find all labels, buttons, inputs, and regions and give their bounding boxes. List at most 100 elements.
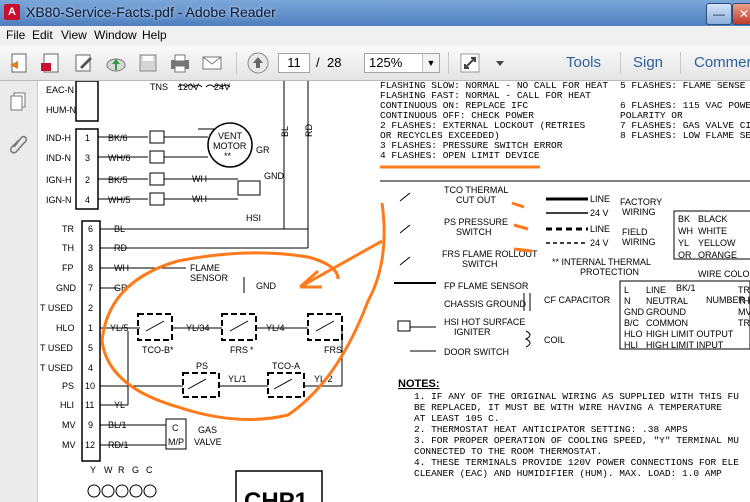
tco-a-label: TCO-A	[272, 361, 300, 371]
toolbar: 11 / 28 125% ▼ Tools Sign Commer	[0, 46, 750, 81]
abbr-name: COMMON	[646, 318, 688, 328]
attachment-paperclip-icon[interactable]	[8, 133, 28, 155]
zoom-value: 125%	[369, 55, 403, 70]
frs-label-1: FRS	[230, 345, 248, 355]
abbr-name: NEUTRAL	[646, 296, 688, 306]
previous-page-icon[interactable]	[246, 51, 270, 75]
symbol-hsi: HSI HOT SURFACE	[444, 317, 525, 327]
legend-wiring: WIRING	[622, 237, 656, 247]
fit-options-chevron-icon[interactable]	[488, 51, 504, 75]
fill-sign-icon[interactable]	[72, 51, 96, 75]
bl-vertical-label: BL	[280, 126, 290, 137]
wire-label: RD/1	[108, 440, 129, 450]
email-icon[interactable]	[200, 51, 224, 75]
document-view[interactable]: EAC-N HUM-N IND-H IND-N IGN-H IGN-N TR T…	[38, 81, 750, 502]
label-fp: FP	[62, 263, 74, 273]
eac-hum-connector	[75, 81, 99, 122]
upload-cloud-icon[interactable]	[104, 51, 128, 75]
chevron-down-icon[interactable]: ▼	[422, 54, 439, 72]
page-number-input[interactable]: 11	[278, 53, 310, 73]
flame-label: FLAME	[190, 263, 220, 273]
motor-label: MOTOR	[213, 141, 247, 151]
transformer-label: TNS	[150, 82, 168, 92]
transformer: TNS 120V 24V	[150, 82, 231, 92]
toolbar-separator	[448, 52, 449, 74]
label-hum-n: HUM-N	[46, 105, 76, 115]
tools-panel-button[interactable]: Tools	[566, 54, 601, 71]
pin-number: 12	[85, 440, 95, 450]
thermostat-terminals: Y W R G C	[87, 465, 157, 498]
bk-example-label: BK/1	[676, 283, 696, 293]
print-icon[interactable]	[168, 51, 192, 75]
color-name: BLACK	[698, 214, 728, 224]
hsi-wh-label: WH	[192, 174, 207, 184]
gr-label: GR	[256, 145, 270, 155]
ps-label: PS	[196, 361, 208, 371]
menu-window[interactable]: Window	[94, 28, 137, 42]
sign-panel-button[interactable]: Sign	[633, 54, 663, 71]
transformer-24v: 24V	[214, 82, 230, 92]
pin-number: 5	[88, 343, 93, 353]
yl34-label: YL/34	[186, 323, 210, 333]
menu-edit[interactable]: Edit	[32, 28, 53, 42]
legend-wiring: WIRING	[622, 207, 656, 217]
wire-labels: BK/6 WH/6 BK/5 WH/5 BL RD WH GR YL/5 YL …	[108, 133, 131, 450]
pages-panel-icon[interactable]	[8, 91, 28, 113]
abbr-name: LINE	[646, 285, 666, 295]
tco-b-label: TCO-B	[142, 345, 170, 355]
pin-numbers: 1 3 2 4 6 3 8 7 1 5 4 2 10 11 9 12	[85, 133, 95, 450]
pin-number: 4	[85, 195, 90, 205]
wire-label: WH	[114, 263, 129, 273]
adobe-reader-app-icon: A	[4, 4, 20, 20]
create-pdf-icon[interactable]	[8, 51, 32, 75]
symbol-hsi-sub: IGNITER	[454, 327, 491, 337]
pin-number: 4	[88, 363, 93, 373]
legend-line: 4 FLASHES: OPEN LIMIT DEVICE	[380, 150, 540, 161]
abbr-code: HLO	[624, 329, 643, 339]
symbol-chassis: CHASSIS GROUND	[444, 299, 527, 309]
bottom-box-text: CHP1	[244, 488, 308, 502]
note-line: 3. FOR PROPER OPERATION OF COOLING SPEED…	[414, 435, 739, 446]
legend-line-right: 5 FLASHES: FLAME SENSE	[620, 81, 746, 91]
color-name: YELLOW	[698, 238, 736, 248]
label-tr: TR	[62, 224, 74, 234]
label-mv-1: MV	[62, 420, 76, 430]
star-mark: *	[170, 345, 174, 355]
close-button[interactable]: ✕	[732, 3, 750, 25]
pin-number: 3	[85, 153, 90, 163]
legend-coil: COIL	[544, 335, 565, 345]
note-line: 4. THESE TERMINALS PROVIDE 120V POWER CO…	[414, 457, 739, 468]
terminal-letter: W	[104, 465, 113, 475]
wire-label: BL	[114, 224, 125, 234]
fit-page-icon[interactable]	[458, 51, 482, 75]
legend-line-text: LINE	[590, 224, 610, 234]
wire-label: BK/5	[108, 175, 128, 185]
label-th: TH	[62, 243, 74, 253]
menu-view[interactable]: View	[61, 28, 87, 42]
hsi-label: HSI	[246, 213, 261, 223]
menu-file[interactable]: File	[6, 28, 25, 42]
edit-pdf-icon[interactable]	[39, 51, 63, 75]
valve-mp-label: M/P	[168, 437, 184, 447]
comment-panel-button[interactable]: Commer	[694, 54, 750, 71]
legend-24v-text: 24 V	[590, 238, 609, 248]
menu-help[interactable]: Help	[142, 28, 167, 42]
abbr-code: HLI	[624, 340, 638, 350]
label-t-used-2: T USED	[40, 343, 73, 353]
page-total: 28	[327, 55, 342, 70]
zoom-select[interactable]: 125% ▼	[364, 53, 440, 73]
symbol-tco: TCO THERMAL	[444, 185, 508, 195]
wire-label: WH/6	[108, 153, 131, 163]
wire-label: BL/1	[108, 420, 127, 430]
pin-number: 8	[88, 263, 93, 273]
notes-section: NOTES: 1. IF ANY OF THE ORIGINAL WIRING …	[398, 378, 739, 479]
hsi-wh-label: WH	[192, 194, 207, 204]
minimize-button[interactable]: —	[706, 3, 732, 25]
save-icon[interactable]	[136, 51, 160, 75]
color-code: OR	[678, 250, 692, 260]
page-separator: /	[316, 55, 320, 70]
abbr-name: HIGH LIMIT INPUT	[646, 340, 724, 350]
color-code: WH	[678, 226, 693, 236]
symbol-ps-sub: SWITCH	[456, 227, 492, 237]
pin-number: 2	[85, 175, 90, 185]
